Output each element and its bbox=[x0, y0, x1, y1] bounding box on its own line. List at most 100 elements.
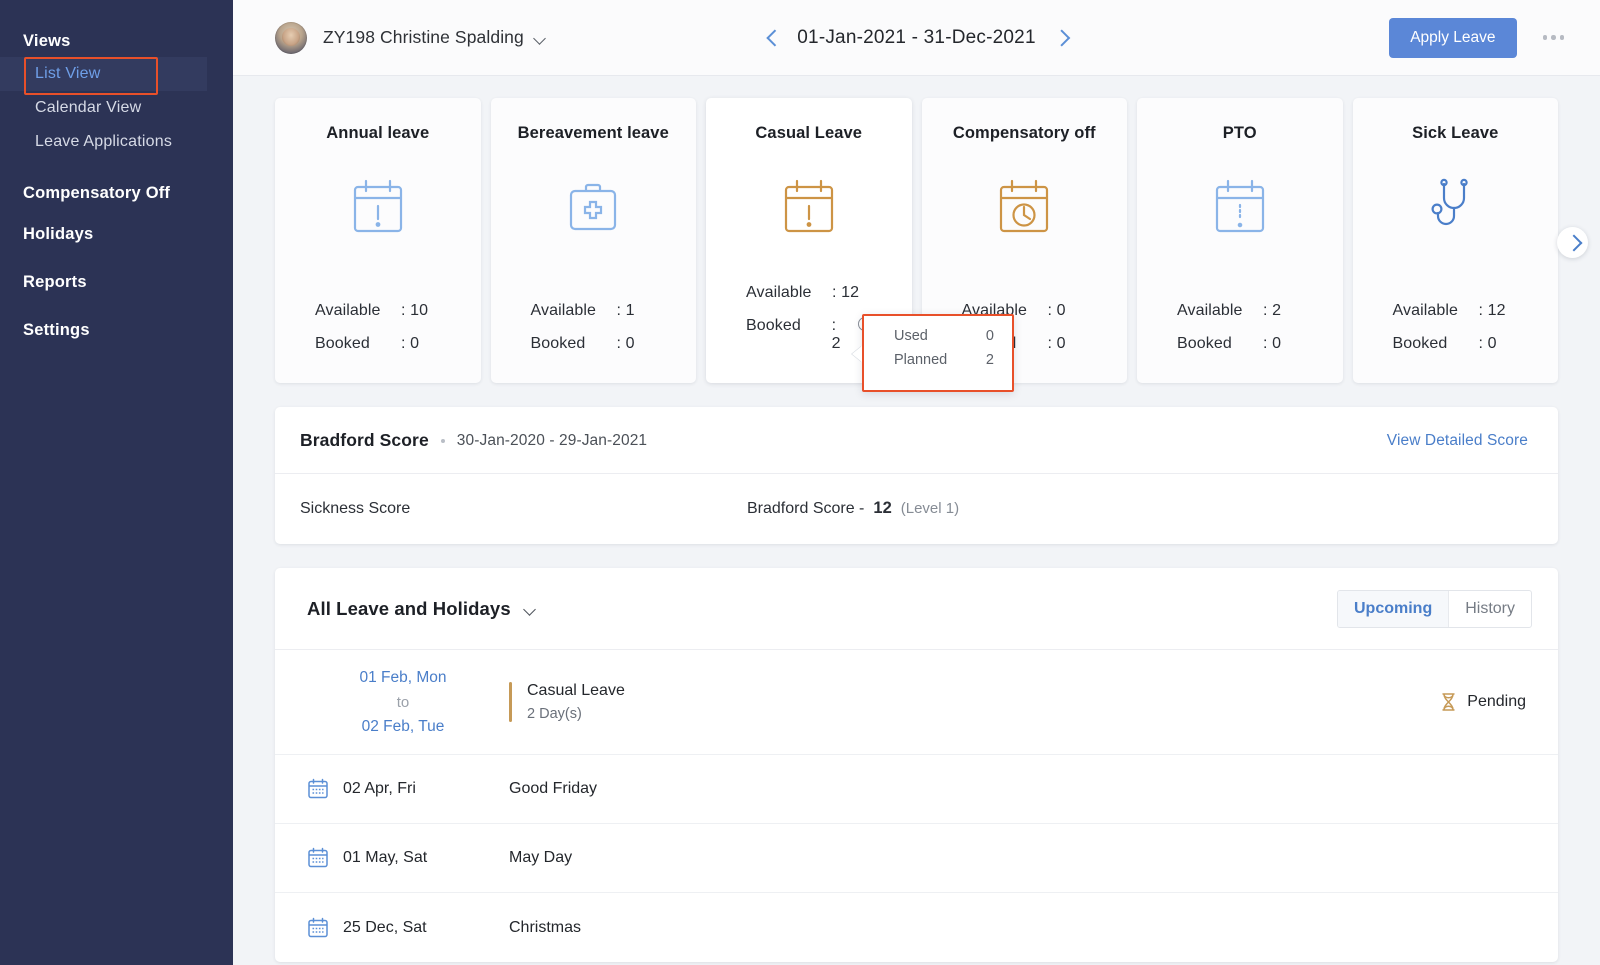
booked-value: : 0 bbox=[617, 335, 635, 353]
leave-date-to-label: to bbox=[297, 694, 509, 711]
main-area: ZY198 Christine Spalding 01-Jan-2021 - 3… bbox=[233, 0, 1600, 965]
more-options-icon[interactable] bbox=[1537, 29, 1571, 46]
booked-label: Booked bbox=[1177, 335, 1263, 353]
available-label: Available bbox=[531, 302, 617, 320]
view-detailed-score-link[interactable]: View Detailed Score bbox=[1387, 432, 1528, 450]
leave-holidays-header: All Leave and Holidays Upcoming History bbox=[275, 568, 1558, 650]
available-value: : 12 bbox=[1479, 302, 1506, 320]
booked-value: : 0 bbox=[1048, 335, 1066, 353]
tab-history[interactable]: History bbox=[1448, 591, 1531, 627]
separator-dot bbox=[441, 439, 445, 443]
leave-type-label: Casual Leave bbox=[527, 682, 1441, 700]
booked-label: Booked bbox=[1393, 335, 1479, 353]
cards-next-button[interactable] bbox=[1557, 227, 1588, 258]
bradford-header: Bradford Score 30-Jan-2020 - 29-Jan-2021… bbox=[275, 407, 1558, 474]
bradford-period: 30-Jan-2020 - 29-Jan-2021 bbox=[457, 432, 647, 450]
holiday-name: Christmas bbox=[509, 919, 581, 937]
tooltip-arrow-icon bbox=[852, 346, 862, 362]
leave-card-title: Casual Leave bbox=[755, 124, 862, 143]
bradford-score-panel: Bradford Score 30-Jan-2020 - 29-Jan-2021… bbox=[275, 407, 1558, 544]
content-scroll: Annual leave Available: 10 Booked: 0 bbox=[233, 76, 1600, 965]
available-label: Available bbox=[746, 284, 832, 302]
bradford-level: (Level 1) bbox=[901, 500, 959, 517]
sidebar: Views List View Calendar View Leave Appl… bbox=[0, 0, 233, 965]
medkit-cross-icon bbox=[566, 175, 620, 237]
chevron-left-icon[interactable] bbox=[766, 31, 779, 44]
leave-card-sick-leave[interactable]: Sick Leave Available: 12 Booked: 0 bbox=[1353, 98, 1559, 383]
holiday-row[interactable]: 02 Apr, Fri Good Friday bbox=[275, 755, 1558, 824]
sidebar-item-list-view[interactable]: List View bbox=[0, 57, 207, 91]
app-root: Views List View Calendar View Leave Appl… bbox=[0, 0, 1600, 965]
calendar-icon bbox=[307, 847, 329, 869]
available-label: Available bbox=[1393, 302, 1479, 320]
leave-card-stats: Available: 2 Booked: 0 bbox=[1137, 302, 1343, 383]
leave-balance-cards: Annual leave Available: 10 Booked: 0 bbox=[275, 98, 1558, 383]
sidebar-item-holidays[interactable]: Holidays bbox=[0, 214, 233, 255]
available-value: : 0 bbox=[1048, 302, 1066, 320]
leave-card-stats: Available: 12 Booked: 0 bbox=[1353, 302, 1559, 383]
sidebar-item-compensatory-off[interactable]: Compensatory Off bbox=[0, 173, 233, 214]
leave-days-label: 2 Day(s) bbox=[527, 706, 1441, 722]
calendar-exclamation-icon bbox=[782, 175, 836, 237]
holiday-date: 01 May, Sat bbox=[343, 849, 427, 867]
status-badge: Pending bbox=[1441, 693, 1526, 711]
tooltip-planned-label: Planned bbox=[894, 352, 947, 368]
leave-type-bar bbox=[509, 682, 512, 722]
date-range-label: 01-Jan-2021 - 31-Dec-2021 bbox=[797, 27, 1035, 49]
leave-card-pto[interactable]: PTO Available: 2 Booked: 0 bbox=[1137, 98, 1343, 383]
leave-row[interactable]: 01 Feb, Mon to 02 Feb, Tue Casual Leave … bbox=[275, 650, 1558, 755]
bradford-body: Sickness Score Bradford Score - 12 (Leve… bbox=[275, 474, 1558, 544]
upcoming-history-toggle: Upcoming History bbox=[1337, 590, 1532, 628]
leave-holidays-panel: All Leave and Holidays Upcoming History … bbox=[275, 568, 1558, 962]
leave-card-title: PTO bbox=[1223, 124, 1257, 143]
calendar-icon bbox=[307, 917, 329, 939]
holiday-row[interactable]: 25 Dec, Sat Christmas bbox=[275, 893, 1558, 962]
leave-card-stats: Available: 1 Booked: 0 bbox=[491, 302, 697, 383]
bradford-score-label: Bradford Score - bbox=[747, 500, 864, 518]
sidebar-item-settings[interactable]: Settings bbox=[0, 303, 233, 351]
holiday-name: Good Friday bbox=[509, 780, 597, 798]
available-value: : 12 bbox=[832, 284, 859, 302]
booked-value: : 0 bbox=[401, 335, 419, 353]
calendar-dotted-icon bbox=[1213, 175, 1267, 237]
booked-value: : 0 bbox=[1263, 335, 1281, 353]
tab-upcoming[interactable]: Upcoming bbox=[1338, 591, 1448, 627]
leave-date-to[interactable]: 02 Feb, Tue bbox=[297, 718, 509, 736]
user-name: ZY198 Christine Spalding bbox=[323, 27, 524, 48]
booked-label: Booked bbox=[746, 317, 832, 353]
chevron-right-icon bbox=[1566, 236, 1579, 249]
stethoscope-icon bbox=[1428, 175, 1482, 237]
leave-card-title: Sick Leave bbox=[1412, 124, 1498, 143]
booked-label: Booked bbox=[315, 335, 401, 353]
leave-card-stats: Available: 10 Booked: 0 bbox=[275, 302, 481, 383]
holiday-date-cell: 25 Dec, Sat bbox=[297, 917, 509, 939]
holiday-date: 02 Apr, Fri bbox=[343, 780, 416, 798]
chevron-right-icon[interactable] bbox=[1054, 31, 1067, 44]
bradford-score-value: 12 bbox=[873, 499, 891, 518]
booked-label: Booked bbox=[531, 335, 617, 353]
apply-leave-button[interactable]: Apply Leave bbox=[1389, 18, 1516, 58]
leave-card-annual-leave[interactable]: Annual leave Available: 10 Booked: 0 bbox=[275, 98, 481, 383]
chevron-down-icon[interactable] bbox=[525, 605, 537, 613]
calendar-clock-icon bbox=[997, 175, 1051, 237]
booked-value: : 0 bbox=[1479, 335, 1497, 353]
sidebar-item-reports[interactable]: Reports bbox=[0, 255, 233, 303]
leave-date-from[interactable]: 01 Feb, Mon bbox=[297, 669, 509, 687]
topbar-actions: Apply Leave bbox=[1389, 18, 1570, 58]
holiday-date: 25 Dec, Sat bbox=[343, 919, 427, 937]
chevron-down-icon[interactable] bbox=[535, 34, 547, 42]
sidebar-item-leave-applications[interactable]: Leave Applications bbox=[0, 125, 233, 159]
calendar-icon bbox=[307, 778, 329, 800]
holiday-date-cell: 02 Apr, Fri bbox=[297, 778, 509, 800]
leave-row-dates: 01 Feb, Mon to 02 Feb, Tue bbox=[297, 669, 509, 736]
sidebar-group-views: Views bbox=[0, 26, 233, 57]
date-range-nav: 01-Jan-2021 - 31-Dec-2021 bbox=[766, 27, 1066, 49]
sidebar-item-calendar-view[interactable]: Calendar View bbox=[0, 91, 233, 125]
holiday-name: May Day bbox=[509, 849, 572, 867]
holiday-row[interactable]: 01 May, Sat May Day bbox=[275, 824, 1558, 893]
booked-breakdown-tooltip: Used 0 Planned 2 bbox=[862, 314, 1014, 392]
leave-card-bereavement-leave[interactable]: Bereavement leave Available: 1 Booked: 0 bbox=[491, 98, 697, 383]
avatar bbox=[275, 22, 307, 54]
available-label: Available bbox=[1177, 302, 1263, 320]
bradford-title: Bradford Score bbox=[300, 430, 429, 451]
